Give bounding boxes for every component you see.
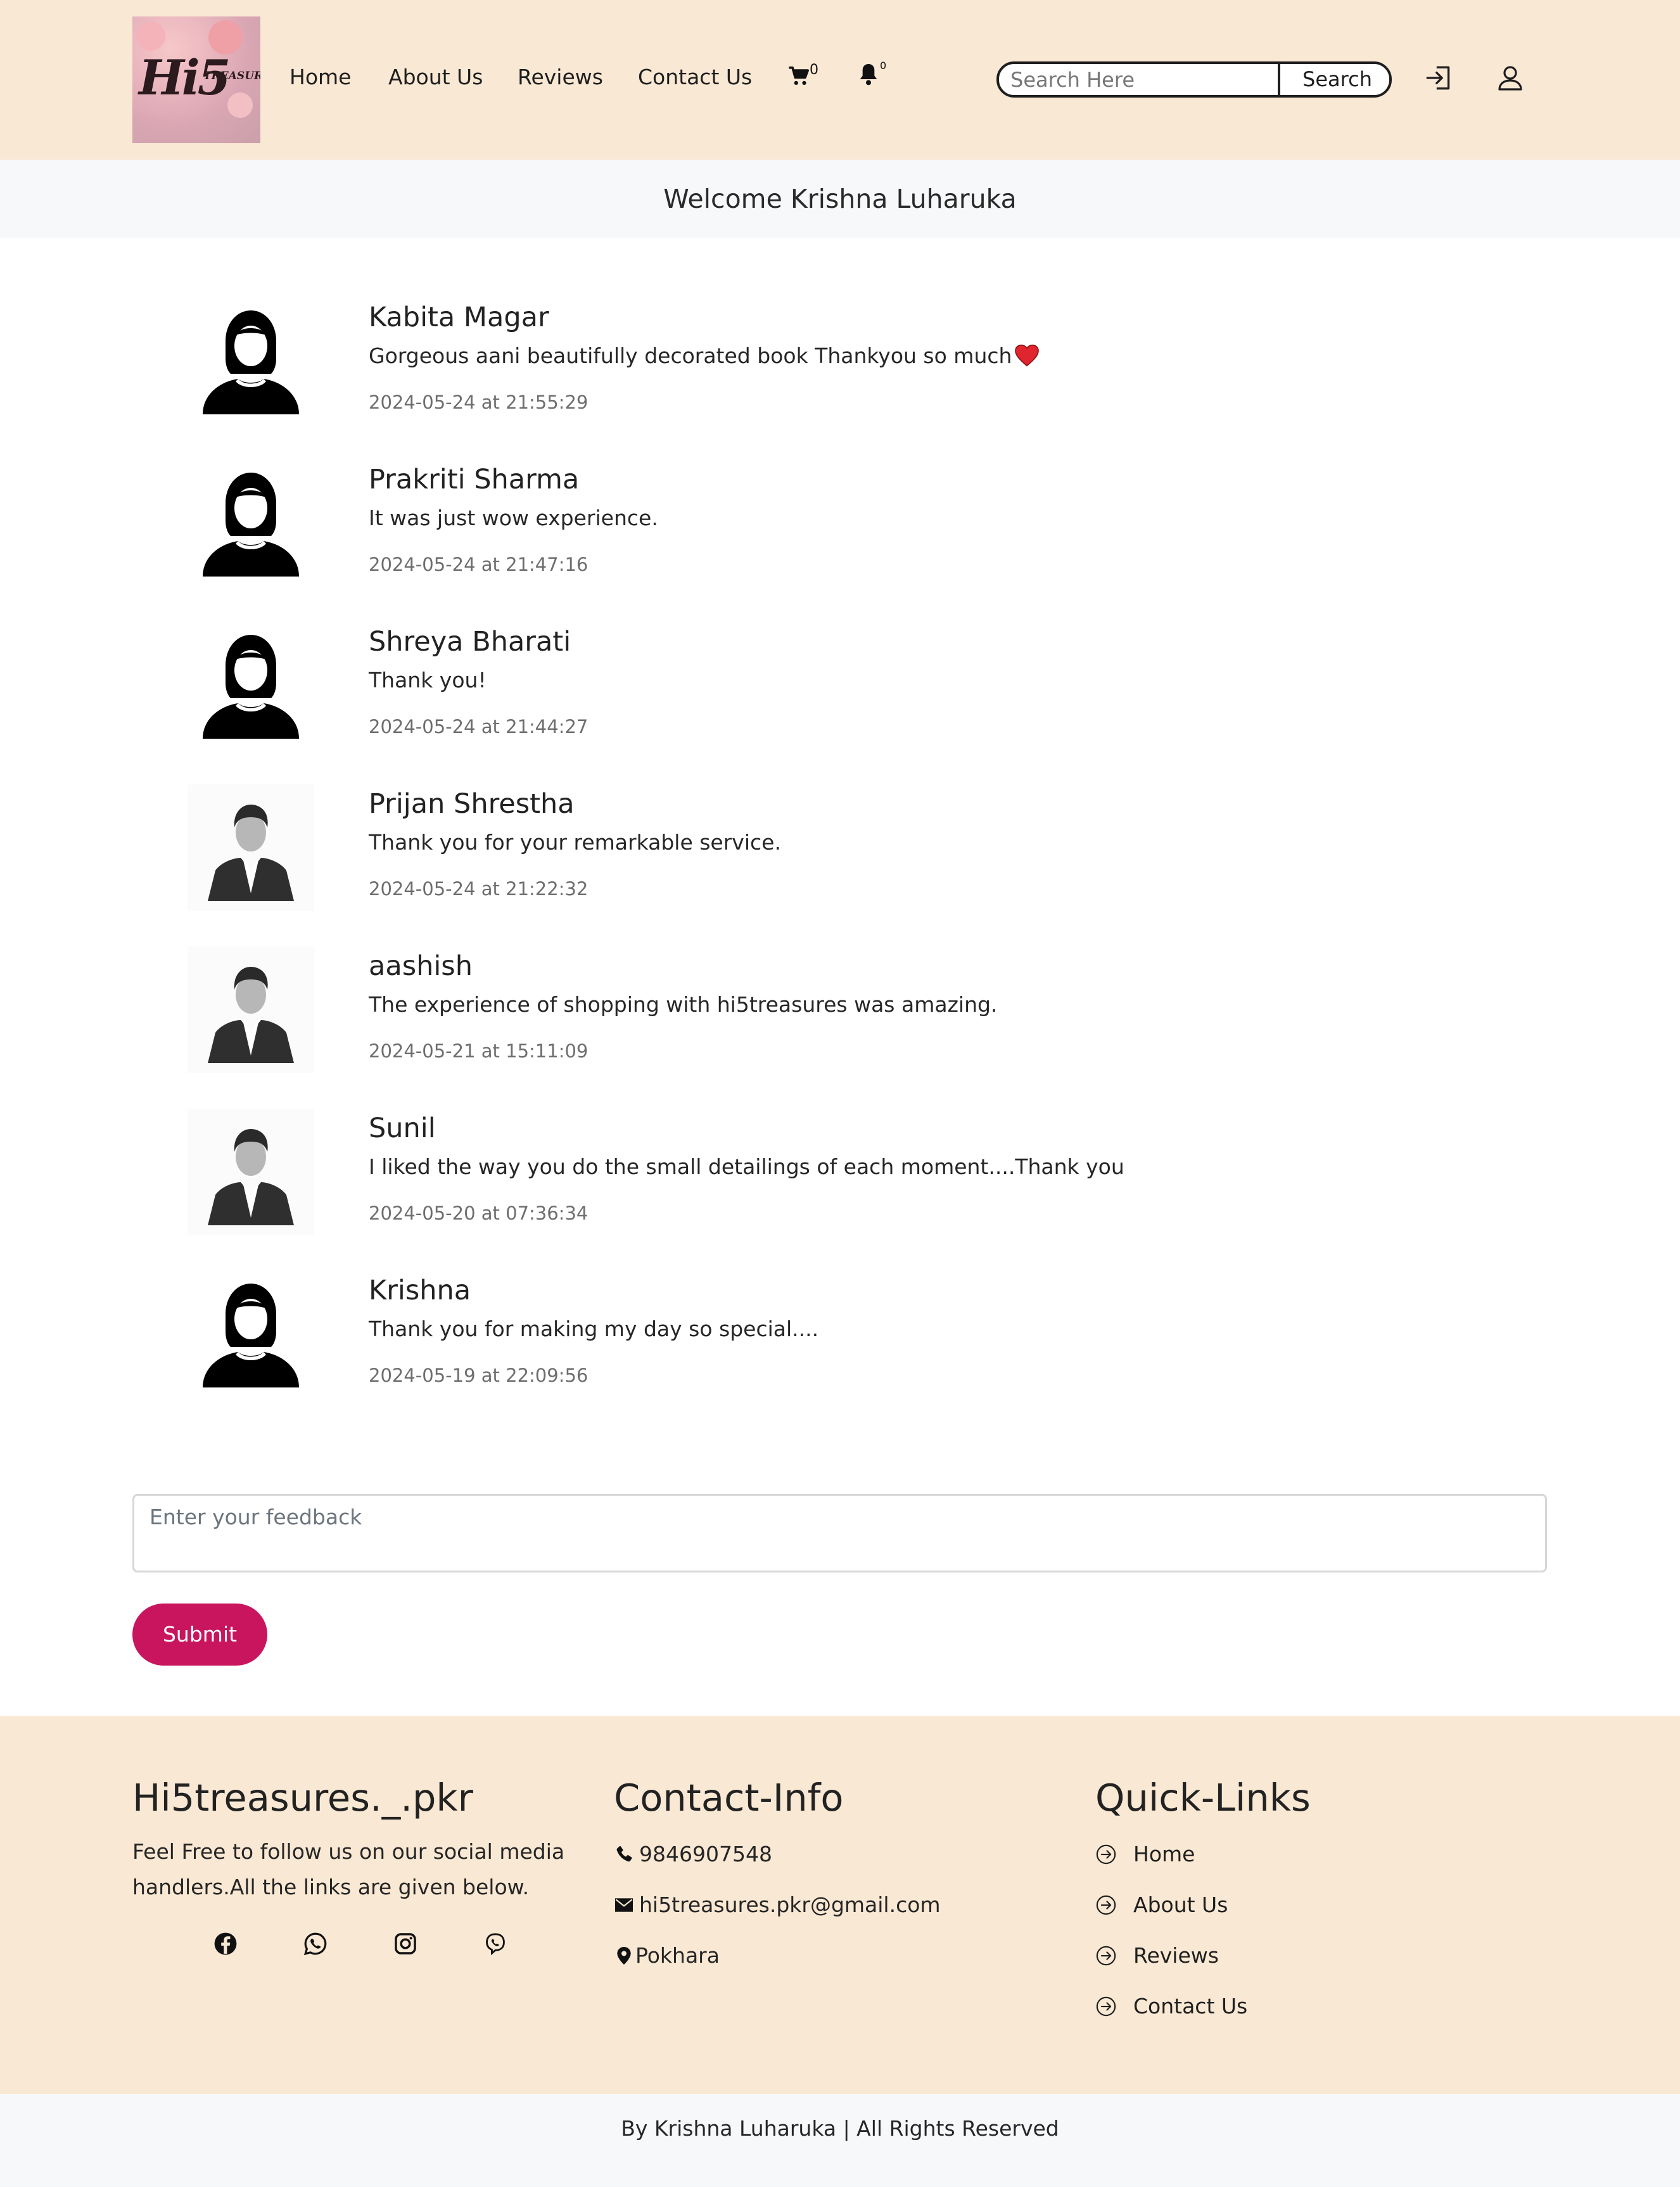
search-bar: Search [996,61,1392,98]
female-avatar-icon [203,635,299,739]
copyright-bar: By Krishna Luharuka | All Rights Reserve… [0,2094,1680,2187]
review-date: 2024-05-24 at 21:55:29 [369,392,589,413]
review-author: Kabita Magar [369,302,549,333]
review-author: Prakriti Sharma [369,464,580,495]
footer: Hi5treasures._.pkr Feel Free to follow u… [0,1716,1680,2094]
review-date: 2024-05-20 at 07:36:34 [369,1202,589,1224]
envelope-icon [615,1898,633,1912]
review-item: Krishna Thank you for making my day so s… [0,1271,1680,1433]
logo-text-sub: TREASURES [203,70,260,82]
review-item: Kabita Magar Gorgeous aani beautifully d… [0,298,1680,460]
nav-contact-link[interactable]: Contact Us [638,65,752,89]
search-input[interactable] [999,64,1278,95]
cart-icon[interactable] [788,66,810,87]
notification-count-badge: 0 [880,60,887,72]
navbar: Hi5 TREASURES Home About Us Reviews Cont… [0,0,1680,160]
review-text: It was just wow experience. [369,506,658,530]
arrow-circle-right-icon [1096,1844,1116,1865]
quick-link-contact[interactable]: Contact Us [1095,1994,1247,2018]
female-avatar-icon [203,473,299,577]
review-item: Shreya Bharati Thank you! 2024-05-24 at … [0,622,1680,784]
review-text: Thank you for your remarkable service. [369,830,781,855]
review-date: 2024-05-24 at 21:47:16 [369,554,589,575]
logo-flower [136,22,165,51]
logo-flower [227,92,253,118]
review-date: 2024-05-19 at 22:09:56 [369,1365,589,1386]
location-pin-icon [617,1947,631,1965]
viber-icon[interactable] [483,1932,507,1956]
bell-icon[interactable] [858,62,879,86]
submit-button[interactable]: Submit [132,1604,267,1666]
review-text: Gorgeous aani beautifully decorated book… [369,343,1040,368]
footer-contact-title: Contact-Info [614,1776,844,1820]
instagram-icon[interactable] [393,1932,417,1956]
footer-brand-title: Hi5treasures._.pkr [132,1776,473,1820]
review-item: Prakriti Sharma It was just wow experien… [0,460,1680,622]
review-date: 2024-05-24 at 21:22:32 [369,878,589,900]
facebook-icon[interactable] [213,1932,238,1956]
footer-quick-links-title: Quick-Links [1095,1776,1311,1820]
login-icon[interactable] [1423,62,1455,94]
review-author: Sunil [369,1113,436,1144]
phone-icon [616,1846,632,1862]
arrow-circle-right-icon [1096,1996,1116,2017]
quick-link-home[interactable]: Home [1095,1842,1195,1866]
review-text: Thank you! [369,668,487,692]
male-avatar-icon [188,1109,314,1235]
nav-reviews-link[interactable]: Reviews [518,65,603,89]
contact-location: Pokhara [614,1943,720,1968]
site-logo[interactable]: Hi5 TREASURES [132,16,260,143]
contact-phone[interactable]: 9846907548 [614,1842,772,1866]
review-item: Sunil I liked the way you do the small d… [0,1109,1680,1271]
quick-link-reviews[interactable]: Reviews [1095,1943,1219,1968]
contact-email[interactable]: hi5treasures.pkr@gmail.com [614,1892,941,1917]
review-item: aashish The experience of shopping with … [0,947,1680,1109]
review-author: aashish [369,950,473,982]
welcome-banner: Welcome Krishna Luharuka [0,160,1680,238]
arrow-circle-right-icon [1096,1946,1116,1966]
user-icon[interactable] [1495,62,1525,94]
review-date: 2024-05-24 at 21:44:27 [369,716,589,737]
male-avatar-icon [188,947,314,1073]
cart-count-badge: 0 [810,62,818,78]
review-author: Prijan Shrestha [369,788,575,820]
nav-home-link[interactable]: Home [290,65,351,89]
male-avatar-icon [188,784,314,911]
whatsapp-icon[interactable] [303,1932,328,1956]
footer-brand-description: Feel Free to follow us on our social med… [132,1839,565,1899]
female-avatar-icon [203,310,299,414]
nav-about-link[interactable]: About Us [388,65,483,89]
review-item: Prijan Shrestha Thank you for your remar… [0,784,1680,947]
review-author: Shreya Bharati [369,626,571,658]
arrow-circle-right-icon [1096,1895,1116,1915]
quick-link-about[interactable]: About Us [1095,1892,1228,1917]
review-text: I liked the way you do the small detaili… [369,1154,1124,1179]
review-text: The experience of shopping with hi5treas… [369,992,998,1017]
search-button[interactable]: Search [1278,64,1389,95]
review-date: 2024-05-21 at 15:11:09 [369,1040,589,1062]
review-text: Thank you for making my day so special..… [369,1317,819,1341]
feedback-textarea[interactable] [132,1494,1547,1572]
heart-icon [1015,344,1040,367]
review-author: Krishna [369,1275,471,1306]
female-avatar-icon [203,1284,299,1387]
